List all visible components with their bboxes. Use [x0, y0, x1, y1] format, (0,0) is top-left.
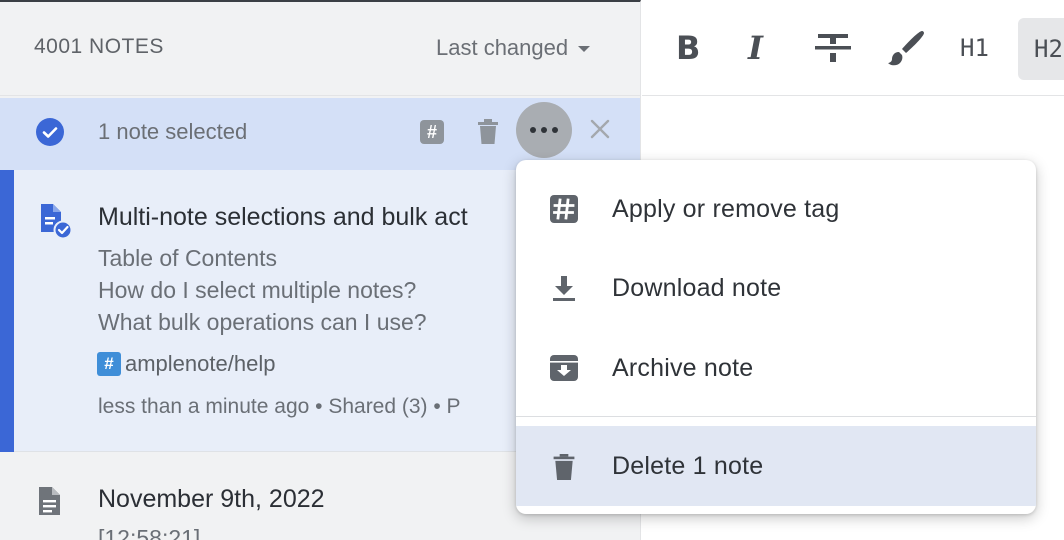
tag-selection-button[interactable]: #	[420, 120, 444, 144]
note-preview-line: Table of Contents	[98, 245, 278, 271]
menu-item-label: Apply or remove tag	[612, 195, 840, 223]
menu-item-label: Archive note	[612, 354, 754, 382]
note-preview-line: What bulk operations can I use?	[98, 309, 427, 335]
more-icon-dot	[552, 127, 558, 133]
menu-item-archive[interactable]: Archive note	[516, 329, 1036, 409]
heading-1-button[interactable]: H1	[960, 26, 989, 70]
download-icon	[553, 276, 575, 301]
heading-2-button[interactable]: H2	[1018, 18, 1064, 80]
note-list-header: 4001 NOTES Last changed	[0, 2, 640, 96]
menu-item-label: Delete 1 note	[612, 452, 764, 480]
menu-item-apply-tag[interactable]: Apply or remove tag	[516, 170, 1036, 250]
menu-item-label: Download note	[612, 274, 782, 302]
editor-toolbar: B I H1 H2	[642, 0, 1064, 96]
caret-down-icon	[578, 46, 591, 52]
note-preview-line: How do I select multiple notes?	[98, 277, 417, 303]
check-circle-icon[interactable]	[36, 118, 64, 146]
close-icon	[590, 119, 610, 139]
clear-selection-button[interactable]	[589, 118, 611, 140]
bulk-actions-menu: Apply or remove tag Download note Archiv…	[516, 160, 1036, 514]
italic-button[interactable]: I	[748, 26, 763, 70]
menu-item-download[interactable]: Download note	[516, 249, 1036, 329]
notes-count: 4001 NOTES	[34, 35, 164, 58]
menu-divider	[516, 416, 1036, 417]
archive-icon	[550, 355, 578, 381]
selection-count-text: 1 note selected	[98, 119, 248, 144]
menu-item-delete[interactable]: Delete 1 note	[516, 426, 1036, 506]
selected-note-accent	[0, 170, 14, 452]
note-title: Multi-note selections and bulk act	[98, 203, 468, 231]
note-meta: less than a minute ago • Shared (3) • P	[98, 395, 461, 418]
sort-label: Last changed	[436, 35, 569, 60]
strikethrough-button[interactable]	[814, 26, 852, 70]
trash-icon	[553, 454, 575, 480]
brush-icon	[888, 31, 924, 66]
note-tag[interactable]: # amplenote/help	[97, 351, 275, 377]
hashtag-icon	[550, 195, 578, 223]
more-icon-dot	[530, 127, 536, 133]
strikethrough-icon	[815, 34, 851, 62]
trash-icon	[478, 119, 498, 144]
more-options-button[interactable]	[516, 102, 572, 158]
highlight-color-button[interactable]	[886, 26, 926, 70]
note-checked-icon	[38, 203, 74, 244]
more-icon-dot	[541, 127, 547, 133]
sort-dropdown[interactable]: Last changed	[436, 35, 591, 61]
note-title: November 9th, 2022	[98, 485, 325, 513]
shared-tag-icon: #	[97, 352, 121, 376]
bold-button[interactable]: B	[676, 26, 700, 70]
delete-selection-button[interactable]	[476, 119, 500, 150]
note-preview-line: [12:58:21]	[98, 525, 201, 540]
note-tag-label: amplenote/help	[125, 351, 276, 376]
note-doc-icon	[38, 486, 62, 521]
